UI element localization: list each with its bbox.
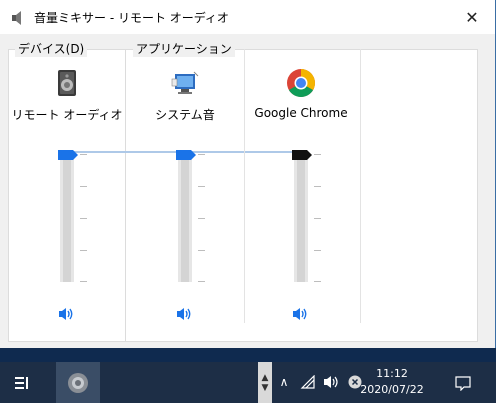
slider-thumb[interactable] xyxy=(58,150,78,160)
volume-slider[interactable] xyxy=(176,150,205,282)
slider-tick xyxy=(314,218,321,219)
slider-track xyxy=(181,154,189,282)
mute-toggle-speaker-icon[interactable] xyxy=(176,306,194,322)
speaker-device-icon xyxy=(58,70,76,96)
slider-track xyxy=(63,154,71,282)
channel-system-sounds: システム音 xyxy=(126,49,244,323)
task-view-button[interactable] xyxy=(8,370,36,396)
taskbar-clock[interactable]: 11:12 2020/07/22 xyxy=(352,366,432,398)
slider-tick xyxy=(80,250,87,251)
window-title: 音量ミキサー - リモート オーディオ xyxy=(34,11,229,25)
channel-name: リモート オーディオ xyxy=(11,108,123,122)
slider-tick xyxy=(314,186,321,187)
volume-slider[interactable] xyxy=(292,150,321,282)
speaker-app-icon xyxy=(68,372,88,393)
slider-tick xyxy=(198,218,205,219)
taskbar-volume-mixer-app[interactable] xyxy=(56,362,100,403)
slider-tick xyxy=(198,154,205,155)
volume-tray-icon xyxy=(324,376,338,388)
notification-icon xyxy=(455,375,471,391)
chevron-up-icon: ▲ xyxy=(261,372,269,383)
slider-tick xyxy=(314,281,321,282)
mute-toggle-speaker-icon[interactable] xyxy=(292,306,310,322)
mixer-panel: デバイス(D) アプリケーション リモート オーディオ システム音 Google… xyxy=(0,34,495,348)
slider-tick xyxy=(80,186,87,187)
chevron-up-icon: ∧ xyxy=(279,375,289,389)
channel-remote-audio: リモート オーディオ xyxy=(8,49,126,323)
slider-tick xyxy=(314,154,321,155)
slider-tick xyxy=(80,281,87,282)
channel-google-chrome: Google Chrome xyxy=(242,49,360,323)
slider-tick xyxy=(198,186,205,187)
slider-tick xyxy=(80,154,87,155)
wifi-icon xyxy=(300,375,315,389)
slider-track xyxy=(297,154,305,282)
slider-thumb[interactable] xyxy=(176,150,196,160)
volume-slider[interactable] xyxy=(58,150,87,282)
system-sounds-icon xyxy=(171,71,199,94)
action-center-button[interactable] xyxy=(448,371,478,395)
mute-toggle-speaker-icon[interactable] xyxy=(58,306,76,322)
slider-tick xyxy=(198,281,205,282)
close-button[interactable]: ✕ xyxy=(449,0,495,34)
network-tray-button[interactable] xyxy=(298,371,318,393)
taskbar: ▲ ▼ ∧ 11:12 2020/07/22 xyxy=(0,362,496,403)
channel-name: Google Chrome xyxy=(254,106,348,120)
show-hidden-icons-button[interactable]: ∧ xyxy=(276,371,292,393)
task-view-icon xyxy=(15,377,28,389)
chrome-icon xyxy=(287,69,315,97)
close-icon: ✕ xyxy=(465,7,479,27)
slider-tick xyxy=(314,250,321,251)
slider-thumb[interactable] xyxy=(292,150,312,160)
speaker-icon xyxy=(12,11,21,25)
channel-divider xyxy=(360,49,361,323)
slider-tick xyxy=(80,218,87,219)
clock-date: 2020/07/22 xyxy=(360,383,424,396)
chevron-down-icon: ▼ xyxy=(261,382,269,393)
volume-tray-button[interactable] xyxy=(322,371,342,393)
scroll-up-button[interactable]: ▲ ▼ xyxy=(258,362,272,403)
clock-time: 11:12 xyxy=(376,367,408,380)
slider-tick xyxy=(198,250,205,251)
title-bar[interactable]: 音量ミキサー - リモート オーディオ ✕ xyxy=(0,0,495,34)
volume-mixer-window: 音量ミキサー - リモート オーディオ ✕ デバイス(D) アプリケーション リ… xyxy=(0,0,496,348)
channel-name: システム音 xyxy=(155,108,215,122)
